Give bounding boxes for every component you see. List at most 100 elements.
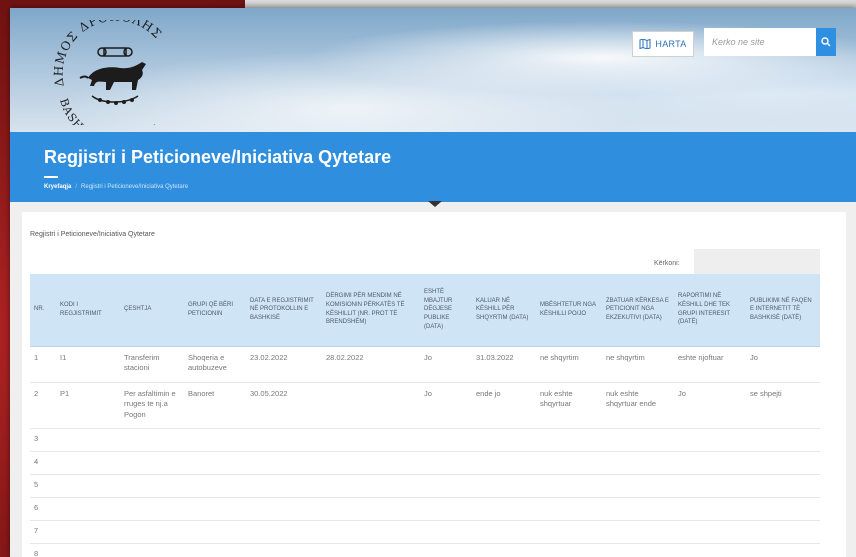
table-cell xyxy=(420,543,472,557)
table-cell xyxy=(246,520,322,544)
table-cell xyxy=(746,497,820,521)
site-search-input[interactable] xyxy=(704,28,816,56)
table-body: 1 I1 Transferim stacioni Shoqeria e autobuz… xyxy=(30,346,820,557)
table-cell xyxy=(184,428,246,452)
column-header[interactable]: PUBLIKIMI NË FAQEN E INTERNETIT TË BASHK… xyxy=(746,274,820,347)
table-cell xyxy=(184,543,246,557)
column-header[interactable]: ESHTË MBAJTUR DËGJESE PUBLIKE (DATA) xyxy=(420,274,472,347)
table-cell xyxy=(472,474,536,498)
table-cell xyxy=(746,428,820,452)
column-header[interactable]: KALUAR NË KËSHILL PËR SHQYRTIM (DATA) xyxy=(472,274,536,347)
table-cell xyxy=(602,428,674,452)
search-icon xyxy=(821,37,831,47)
column-header[interactable]: DËRGIMI PËR MENDIM NË KOMISIONIN PËRKATË… xyxy=(322,274,420,347)
table-cell xyxy=(674,497,746,521)
breadcrumb-home-link[interactable]: Kryefaqja xyxy=(44,184,71,190)
table-cell xyxy=(322,543,420,557)
web-page: ΔΗΜΟΣ ΔΡΟΠΟΛΗΣ BASHKIA DROPULL xyxy=(10,8,856,557)
svg-text:BASHKIA DROPULL: BASHKIA DROPULL xyxy=(57,97,165,125)
table-header-row: NR. KODI I REGJISTRIMIT ÇESHTJA GRUPI QË BË… xyxy=(30,274,820,347)
table-cell: Shoqeria e autobuzeve xyxy=(184,346,246,383)
map-link[interactable]: HARTA xyxy=(632,31,694,57)
table-cell xyxy=(746,543,820,557)
table-cell xyxy=(602,497,674,521)
table-cell xyxy=(602,451,674,475)
municipality-logo[interactable]: ΔΗΜΟΣ ΔΡΟΠΟΛΗΣ BASHKIA DROPULL xyxy=(50,20,180,125)
table-cell xyxy=(674,520,746,544)
column-header[interactable]: NR. xyxy=(30,274,56,347)
table-cell xyxy=(602,474,674,498)
table-cell xyxy=(56,428,120,452)
table-cell xyxy=(536,497,602,521)
table-cell xyxy=(674,474,746,498)
table-cell: nuk eshte shqyrtuar ende xyxy=(602,382,674,429)
column-header[interactable]: ÇESHTJA xyxy=(120,274,184,347)
table-cell: 6 xyxy=(30,497,56,521)
table-cell xyxy=(472,497,536,521)
table-cell xyxy=(246,497,322,521)
table-cell xyxy=(322,451,420,475)
table-cell xyxy=(420,474,472,498)
table-cell: Banoret xyxy=(184,382,246,429)
column-header[interactable]: DATA E REGJISTRIMIT NË PROTOKOLLIN E BAS… xyxy=(246,274,322,347)
page-title: Regjistri i Peticioneve/Iniciativa Qytet… xyxy=(44,147,392,167)
breadcrumb-current: Regjistri i Peticioneve/Iniciativa Qytet… xyxy=(81,184,189,190)
table-cell xyxy=(246,428,322,452)
column-header[interactable]: KODI I REGJISTRIMIT xyxy=(56,274,120,347)
table-cell xyxy=(184,520,246,544)
content-card: Regjistri i Peticioneve/Iniciativa Qytet… xyxy=(22,212,846,557)
table-cell: Per asfaltimin e rruges te nj.a Pogon xyxy=(120,382,184,429)
table-cell xyxy=(472,428,536,452)
table-row: 3 xyxy=(30,428,820,452)
breadcrumb: Kryefaqja / Regjistri i Peticioneve/Inicia… xyxy=(44,184,188,190)
table-cell: 23.02.2022 xyxy=(246,346,322,383)
breadcrumb-separator: / xyxy=(75,184,78,190)
table-cell xyxy=(674,428,746,452)
table-search-label: Kërkoni: xyxy=(654,260,680,267)
table-cell: 5 xyxy=(30,474,56,498)
table-cell: nuk eshte shqyrtuar xyxy=(536,382,602,429)
map-icon xyxy=(639,39,651,49)
table-cell xyxy=(674,543,746,557)
table-cell xyxy=(536,474,602,498)
column-header[interactable]: ZBATUAR KËRKESA E PETICIONIT NGA EKZEKUT… xyxy=(602,274,674,347)
table-cell xyxy=(472,543,536,557)
table-search-input[interactable] xyxy=(694,249,820,277)
table-cell xyxy=(184,451,246,475)
table-cell xyxy=(246,543,322,557)
column-header[interactable]: GRUPI QË BËRI PETICIONIN xyxy=(184,274,246,347)
table-cell xyxy=(536,543,602,557)
table-cell xyxy=(536,520,602,544)
table-cell xyxy=(420,451,472,475)
petition-table: NR. KODI I REGJISTRIMIT ÇESHTJA GRUPI QË BË… xyxy=(30,274,820,557)
table-cell xyxy=(56,520,120,544)
column-header[interactable]: RAPORTIMI NË KËSHILL DHE TEK GRUPI INTER… xyxy=(674,274,746,347)
table-row: 4 xyxy=(30,451,820,475)
table-cell xyxy=(56,451,120,475)
table-cell xyxy=(602,543,674,557)
table-cell xyxy=(246,474,322,498)
table-cell xyxy=(184,474,246,498)
table-cell xyxy=(746,451,820,475)
table-cell xyxy=(420,428,472,452)
table-cell: 8 xyxy=(30,543,56,557)
table-cell: 2 xyxy=(30,382,56,429)
table-cell: 4 xyxy=(30,451,56,475)
table-cell: se shpejti xyxy=(746,382,820,429)
site-header: ΔΗΜΟΣ ΔΡΟΠΟΛΗΣ BASHKIA DROPULL xyxy=(10,8,856,132)
table-cell xyxy=(56,474,120,498)
table-cell: 28.02.2022 xyxy=(322,346,420,383)
table-cell xyxy=(536,451,602,475)
table-cell: ende jo xyxy=(472,382,536,429)
table-cell xyxy=(246,451,322,475)
column-header[interactable]: MBËSHTETUR NGA KËSHILLI PO/JO xyxy=(536,274,602,347)
table-cell: 30.05.2022 xyxy=(246,382,322,429)
table-cell xyxy=(184,497,246,521)
table-row: 2 P1 Per asfaltimin e rruges te nj.a Pogon… xyxy=(30,382,820,429)
table-row: 8 xyxy=(30,543,820,557)
table-cell: ne shqyrtim xyxy=(602,346,674,383)
table-cell xyxy=(56,543,120,557)
table-cell xyxy=(472,520,536,544)
site-search-button[interactable] xyxy=(816,28,836,56)
table-row: 5 xyxy=(30,474,820,498)
